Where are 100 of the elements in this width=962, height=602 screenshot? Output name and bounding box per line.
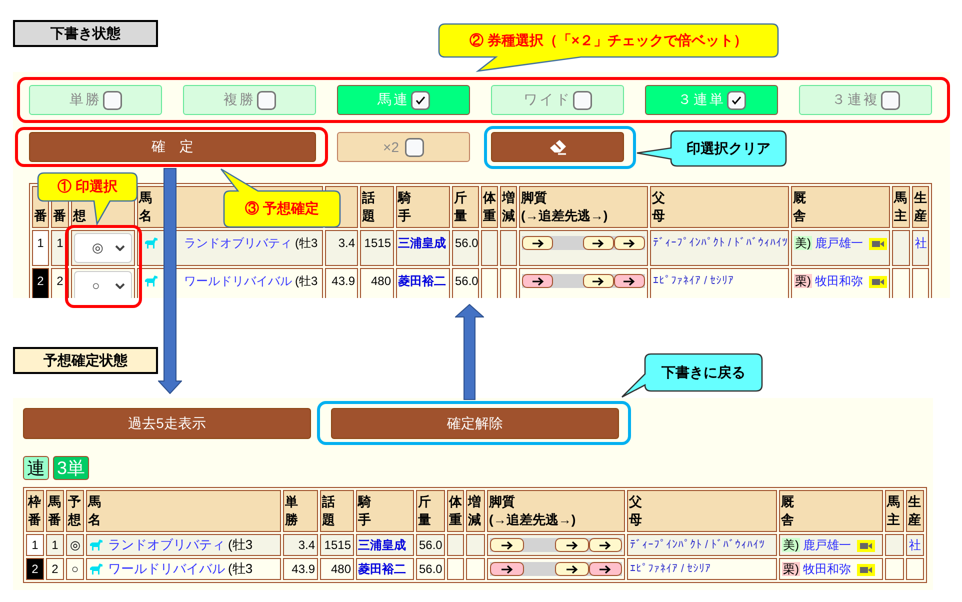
column-header: 馬 主: [885, 490, 904, 532]
owner-cell: [892, 230, 910, 266]
topic-cell: 1515: [320, 534, 354, 556]
state-label: 予想確定状態: [13, 347, 158, 374]
checkbox[interactable]: [256, 90, 276, 110]
odds-cell: 43.9: [325, 268, 358, 298]
action-button[interactable]: 確定解除: [331, 408, 619, 439]
breeder-link[interactable]: 社: [909, 538, 921, 552]
horse-name-link[interactable]: ワールドリバイバル: [184, 271, 292, 291]
arrow-icon: [592, 238, 604, 248]
pedigree-cell: ﾃﾞｨｰﾌﾟｲﾝﾊﾟｸﾄ / ﾄﾞﾊﾞｳｨﾊｲﾂ: [650, 230, 789, 266]
mark-select[interactable]: ○: [74, 271, 132, 298]
weight-cell: 56.0: [452, 230, 479, 266]
jockey-link[interactable]: 菱田裕二: [398, 274, 446, 288]
topic-cell: 480: [360, 268, 394, 298]
callout-text: 印選択クリア: [686, 138, 772, 158]
checkbox[interactable]: [410, 90, 430, 110]
checkbox[interactable]: [404, 138, 424, 156]
frame-number-cell: 2: [26, 558, 44, 580]
jockey-link[interactable]: 三浦皇成: [398, 236, 446, 250]
column-header: 馬 番: [46, 490, 64, 532]
jockey-link[interactable]: 三浦皇成: [358, 538, 406, 552]
video-camera-icon[interactable]: [857, 564, 875, 576]
horse-name-link[interactable]: ワールドリバイバル: [108, 559, 225, 579]
column-header: 馬 名: [86, 490, 281, 532]
column-header: 生 産: [912, 186, 929, 228]
pedigree-cell: ｴﾋﾟﾌｧﾈｲｱ / ｾｼﾘｱ: [627, 558, 777, 580]
column-header: 父 母: [627, 490, 777, 532]
clear-button[interactable]: [491, 132, 624, 162]
sex-age-text: (牡3: [228, 536, 253, 554]
trainer-link[interactable]: 牧田和弥: [815, 274, 863, 288]
horse-number-cell: 1: [46, 534, 64, 556]
mark-cell: ◎: [66, 534, 84, 556]
sex-age-text: (牡3: [228, 560, 253, 578]
weight-change-cell: [466, 558, 485, 580]
arrow-icon: [566, 540, 578, 550]
checkbox[interactable]: [102, 90, 122, 110]
region-tag: 美): [794, 236, 812, 250]
sex-age-text: (牡3: [295, 235, 318, 252]
horse-icon: [144, 237, 158, 249]
action-button[interactable]: 過去5走表示: [23, 408, 311, 439]
mark-cell: ○: [66, 558, 84, 580]
sex-age-text: (牡3: [295, 273, 318, 290]
mark-select[interactable]: ◎: [74, 233, 132, 263]
region-tag: 栗): [782, 562, 800, 576]
column-header: 厩 舎: [791, 186, 890, 228]
arrow-icon: [532, 276, 544, 286]
jockey-link[interactable]: 菱田裕二: [358, 562, 406, 576]
chevron-icon: [115, 283, 125, 289]
arrow-icon: [500, 564, 513, 574]
weight-change-cell: [500, 230, 517, 266]
topic-cell: 480: [320, 558, 354, 580]
callout-text: ② 券種選択（「×２」チェックで倍ベット）: [468, 30, 749, 50]
arrow-icon: [592, 276, 604, 286]
checkbox[interactable]: [880, 90, 900, 110]
odds-cell: 43.9: [283, 558, 318, 580]
checkbox[interactable]: [726, 90, 746, 110]
region-tag: 栗): [794, 274, 812, 288]
column-header: 斤 量: [416, 490, 445, 532]
trainer-link[interactable]: 牧田和弥: [803, 562, 851, 576]
arrow-icon: [532, 238, 544, 248]
topic-cell: 1515: [360, 230, 394, 266]
horse-name-link[interactable]: ランドオブリバティ: [108, 535, 225, 555]
arrow-icon: [500, 540, 513, 550]
trainer-link[interactable]: 鹿戸雄一: [815, 236, 863, 250]
body-weight-cell: [447, 558, 464, 580]
column-header: 生 産: [906, 490, 924, 532]
breeder-link[interactable]: 社: [915, 236, 927, 250]
column-header: 厩 舎: [779, 490, 883, 532]
confirm-button[interactable]: 確 定: [29, 132, 316, 162]
video-camera-icon[interactable]: [869, 276, 887, 288]
column-header: 父 母: [650, 186, 789, 228]
frame-number-cell: 1: [26, 534, 44, 556]
video-camera-icon[interactable]: [857, 540, 875, 552]
eraser-icon: [548, 139, 566, 155]
horse-name-link[interactable]: ランドオブリバティ: [184, 233, 292, 253]
pedigree-cell: ｴﾋﾟﾌｧﾈｲｱ / ｾｼﾘｱ: [650, 268, 789, 298]
column-header: 体 重: [447, 490, 464, 532]
frame-number-cell: 1: [32, 230, 49, 266]
weight-cell: 56.0: [452, 268, 479, 298]
video-camera-icon[interactable]: [869, 238, 887, 250]
bet-type-badge: 連: [23, 456, 49, 480]
column-header: 増 減: [466, 490, 485, 532]
trainer-link[interactable]: 鹿戸雄一: [803, 538, 851, 552]
arrow-icon: [623, 238, 636, 248]
odds-cell: 3.4: [283, 534, 318, 556]
chevron-icon: [115, 245, 125, 251]
column-header: 脚質 (→追差先逃→): [487, 490, 625, 532]
column-header: 話 題: [360, 186, 394, 228]
frame-number-cell: 2: [32, 268, 49, 298]
callout-text: ③ 予想確定: [244, 199, 320, 218]
weight-cell: 56.0: [416, 534, 445, 556]
checkbox[interactable]: [572, 90, 592, 110]
arrow-icon: [623, 276, 636, 286]
odds-cell: 3.4: [325, 230, 358, 266]
column-header: 予 想: [66, 490, 84, 532]
owner-cell: [885, 534, 904, 556]
state-label: 下書き状態: [13, 20, 158, 47]
column-header: 単 勝: [283, 490, 318, 532]
horse-icon: [89, 563, 103, 575]
